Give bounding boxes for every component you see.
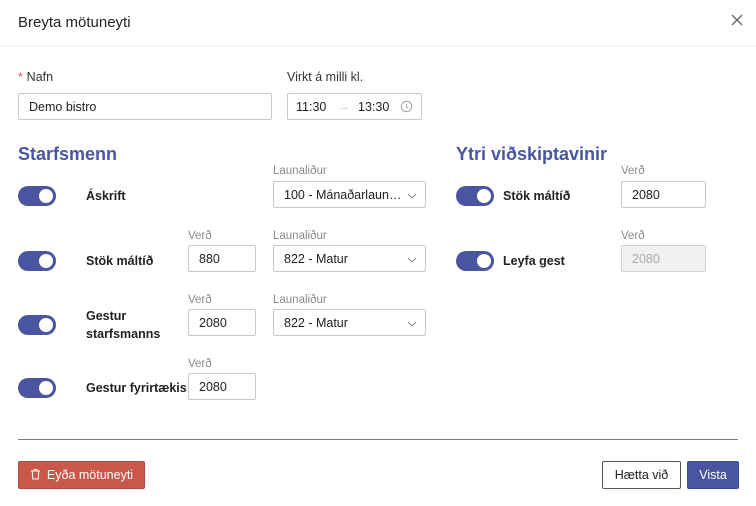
pay-item-value: 822 - Matur	[284, 315, 348, 330]
pay-item-select-subscription[interactable]: 100 - Mánaðarlaun /...	[273, 181, 426, 208]
price-input-company-guest[interactable]: 2080	[188, 373, 256, 400]
name-input-value: Demo bistro	[29, 99, 97, 114]
chevron-down-icon	[407, 188, 417, 202]
toggle-allow-guest[interactable]	[456, 251, 494, 271]
toggle-knob	[477, 189, 491, 203]
pay-item-select-staff-guest[interactable]: 822 - Matur	[273, 309, 426, 336]
trash-icon	[30, 468, 41, 483]
pay-item-select-single-meal[interactable]: 822 - Matur	[273, 245, 426, 272]
toggle-single-meal[interactable]	[18, 251, 56, 271]
price-label: Verð	[188, 358, 212, 370]
toggle-subscription[interactable]	[18, 186, 56, 206]
cancel-button-label: Hætta við	[614, 468, 669, 482]
price-label: Verð	[621, 165, 645, 177]
price-value: 2080	[199, 315, 227, 330]
price-label: Verð	[188, 230, 212, 242]
price-input-staff-guest[interactable]: 2080	[188, 309, 256, 336]
time-range-picker[interactable]: 11:30 → 13:30	[287, 93, 422, 120]
toggle-knob	[477, 254, 491, 268]
price-value: 2080	[632, 251, 660, 266]
chevron-down-icon	[407, 252, 417, 266]
allow-guest-label: Leyfa gest	[503, 254, 565, 268]
cancel-button[interactable]: Hætta við	[602, 461, 681, 489]
save-button-label: Vista	[699, 468, 727, 482]
toggle-external-single-meal[interactable]	[456, 186, 494, 206]
toggle-knob	[39, 318, 53, 332]
price-value: 880	[199, 251, 220, 266]
price-label: Verð	[188, 294, 212, 306]
footer-divider	[18, 439, 738, 440]
time-to-value[interactable]: 13:30	[358, 100, 396, 114]
price-value: 2080	[632, 187, 660, 202]
price-input-external-single-meal[interactable]: 2080	[621, 181, 706, 208]
staff-guest-label-line1: Gestur	[86, 309, 127, 323]
price-input-single-meal[interactable]: 880	[188, 245, 256, 272]
toggle-knob	[39, 189, 53, 203]
dialog-title: Breyta mötuneyti	[18, 14, 131, 31]
external-single-meal-label: Stök máltíð	[503, 189, 571, 203]
staff-heading: Starfsmenn	[18, 144, 118, 164]
single-meal-label: Stök máltíð	[86, 254, 154, 268]
required-mark: *	[18, 70, 23, 84]
toggle-knob	[39, 381, 53, 395]
staff-guest-label-line2: starfsmanns	[86, 327, 161, 341]
time-label: Virkt á milli kl.	[287, 70, 364, 84]
pay-item-value: 822 - Matur	[284, 251, 348, 266]
toggle-knob	[39, 254, 53, 268]
delete-button-label: Eyða mötuneyti	[46, 468, 134, 482]
company-guest-label: Gestur fyrirtækis	[86, 381, 187, 395]
header-divider	[0, 45, 756, 46]
name-label-text: Nafn	[26, 70, 54, 84]
price-value: 2080	[199, 379, 227, 394]
name-label: * Nafn	[18, 70, 53, 84]
chevron-down-icon	[407, 316, 417, 330]
time-arrow: →	[338, 100, 350, 113]
price-label: Verð	[621, 230, 645, 242]
pay-item-label: Launaliður	[273, 230, 327, 242]
external-heading: Ytri viðskiptavinir	[456, 144, 608, 164]
price-input-allow-guest: 2080	[621, 245, 706, 272]
close-icon[interactable]	[729, 12, 745, 28]
clock-icon	[400, 100, 413, 116]
staff-guest-label: Gestur starfsmanns	[86, 307, 160, 343]
time-from-value[interactable]: 11:30	[296, 100, 334, 114]
pay-item-value: 100 - Mánaðarlaun /...	[284, 187, 404, 202]
subscription-label: Áskrift	[86, 189, 126, 203]
pay-item-label: Launaliður	[273, 165, 327, 177]
toggle-company-guest[interactable]	[18, 378, 56, 398]
toggle-staff-guest[interactable]	[18, 315, 56, 335]
pay-item-label: Launaliður	[273, 294, 327, 306]
name-input[interactable]: Demo bistro	[18, 93, 272, 120]
delete-canteen-button[interactable]: Eyða mötuneyti	[18, 461, 145, 489]
save-button[interactable]: Vista	[687, 461, 739, 489]
